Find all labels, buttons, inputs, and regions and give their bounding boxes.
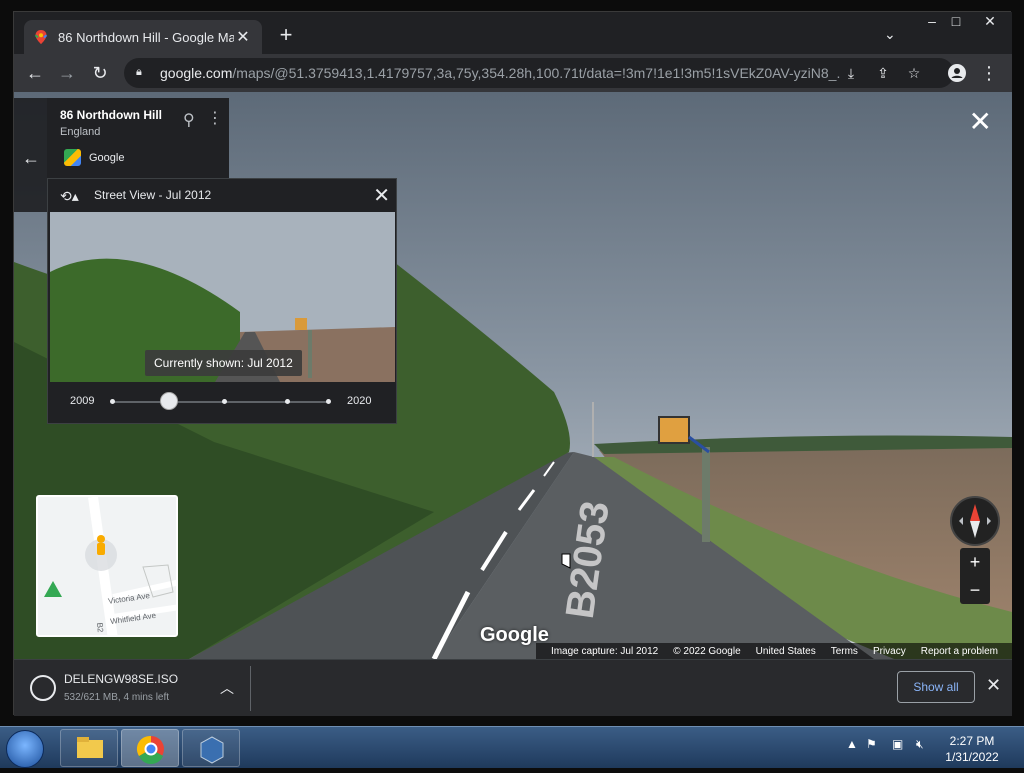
place-source: Google — [89, 152, 125, 164]
volume-muted-icon[interactable]: 🔇︎ — [916, 737, 924, 752]
url-text: google.com/maps/@51.3759413,1.4179757,3a… — [160, 65, 840, 81]
mini-map[interactable]: Victoria Ave Whitfield Ave B2 — [36, 495, 178, 637]
zoom-control: + − — [960, 548, 990, 604]
current-date-tooltip: Currently shown: Jul 2012 — [145, 350, 302, 376]
back-arrow-icon[interactable]: ← — [22, 60, 48, 86]
timeline-start-year: 2009 — [70, 395, 95, 407]
install-icon[interactable]: ⤓ — [839, 61, 863, 85]
reload-icon[interactable]: ↻ — [87, 60, 113, 86]
privacy-link[interactable]: Privacy — [873, 646, 906, 657]
network-icon[interactable]: ▣ — [892, 737, 903, 751]
tray-expand-icon[interactable]: ▲ — [846, 737, 858, 751]
share-icon[interactable]: ⇪ — [871, 61, 895, 85]
map-pin-icon[interactable]: ⚲ — [183, 110, 195, 130]
download-file-name[interactable]: DELENGW98SE.ISO — [64, 672, 178, 686]
browser-toolbar: ← → ↻ 🔒︎ google.com/maps/@51.3759413,1.4… — [14, 54, 1012, 92]
url-host: google.com — [160, 65, 233, 81]
country-link[interactable]: United States — [756, 646, 816, 657]
file-download-icon[interactable] — [30, 675, 56, 701]
timeline-stop[interactable] — [222, 399, 227, 404]
google-maps-icon — [64, 149, 81, 166]
time-travel-panel: ⟲▴ Street View - Jul 2012 ✕ Currently sh… — [47, 178, 397, 424]
time-travel-title: Street View - Jul 2012 — [94, 188, 212, 202]
window-close-button[interactable]: ✕ — [976, 12, 1004, 32]
timeline-slider-handle[interactable] — [160, 392, 178, 410]
title-bar: 86 Northdown Hill - Google Maps ✕ + ⌄ – … — [14, 12, 1012, 54]
lock-icon[interactable]: 🔒︎ — [136, 66, 150, 80]
clock-time: 2:27 PM — [949, 734, 995, 748]
clock-date: 1/31/2022 — [945, 750, 999, 764]
show-all-button[interactable]: Show all — [897, 671, 975, 703]
chrome-task-icon[interactable] — [121, 729, 179, 767]
virtualbox-task-icon[interactable] — [182, 729, 240, 767]
terms-link[interactable]: Terms — [831, 646, 858, 657]
forward-arrow-icon[interactable]: → — [54, 60, 80, 86]
maximize-button[interactable]: □ — [942, 12, 970, 32]
exit-street-view-icon[interactable]: ✕ — [969, 108, 992, 136]
close-icon[interactable]: ✕ — [373, 183, 390, 208]
compass-icon[interactable] — [950, 496, 1000, 546]
time-travel-header: ⟲▴ Street View - Jul 2012 ✕ — [48, 179, 398, 212]
explorer-task-icon[interactable] — [60, 729, 118, 767]
windows-taskbar: ▲ ⚑ ▣ 🔇︎ 2:27 PM 1/31/2022 — [0, 726, 1024, 768]
start-button[interactable] — [6, 730, 44, 768]
tab-search-icon[interactable]: ⌄ — [884, 26, 896, 43]
tab-close-icon[interactable]: ✕ — [234, 27, 252, 47]
minimap-road-label: B2 — [94, 622, 105, 633]
system-clock[interactable]: 2:27 PM 1/31/2022 — [942, 733, 1002, 765]
copyright-text: © 2022 Google — [673, 645, 741, 657]
image-capture-date: Image capture: Jul 2012 — [550, 645, 659, 657]
google-maps-icon — [34, 30, 48, 44]
new-tab-button[interactable]: + — [274, 24, 298, 48]
action-center-flag-icon[interactable]: ⚑ — [866, 737, 877, 751]
tab-title: 86 Northdown Hill - Google Maps — [58, 29, 234, 45]
back-arrow-icon[interactable]: ← — [22, 148, 40, 169]
divider — [250, 666, 251, 711]
timeline-stop[interactable] — [285, 399, 290, 404]
zoom-in-button[interactable]: + — [960, 548, 990, 576]
place-region: England — [60, 126, 101, 138]
bookmark-star-icon[interactable]: ☆ — [902, 61, 926, 85]
attribution-bar: Image capture: Jul 2012 © 2022 Google Un… — [535, 643, 1012, 659]
report-problem-link[interactable]: Report a problem — [921, 646, 998, 657]
chrome-window: 86 Northdown Hill - Google Maps ✕ + ⌄ – … — [13, 11, 1012, 716]
profile-avatar-icon[interactable] — [944, 60, 970, 86]
tab-maps[interactable]: 86 Northdown Hill - Google Maps ✕ — [24, 20, 262, 54]
more-options-icon[interactable]: ⋮ — [207, 108, 223, 128]
menu-kebab-icon[interactable]: ⋮ — [976, 60, 1002, 86]
street-view[interactable]: B2053 ✕ ← 86 Northdown Hill England Goog… — [14, 92, 1012, 659]
timeline-slider[interactable] — [112, 401, 330, 403]
close-icon[interactable]: ✕ — [986, 675, 1001, 696]
timeline-stop[interactable] — [326, 399, 331, 404]
history-clock-icon[interactable]: ⟲▴ — [60, 188, 79, 205]
timeline-stop[interactable] — [110, 399, 115, 404]
download-shelf: DELENGW98SE.ISO 532/621 MB, 4 mins left … — [14, 659, 1012, 716]
download-status: 532/621 MB, 4 mins left — [64, 692, 170, 703]
url-path: /maps/@51.3759413,1.4179757,3a,75y,354.2… — [232, 65, 840, 81]
chevron-up-icon[interactable]: ︿ — [220, 678, 234, 698]
place-title: 86 Northdown Hill — [60, 108, 162, 122]
zoom-out-button[interactable]: − — [960, 576, 990, 604]
timeline-end-year: 2020 — [347, 395, 372, 407]
address-bar[interactable]: 🔒︎ google.com/maps/@51.3759413,1.4179757… — [124, 58, 954, 88]
